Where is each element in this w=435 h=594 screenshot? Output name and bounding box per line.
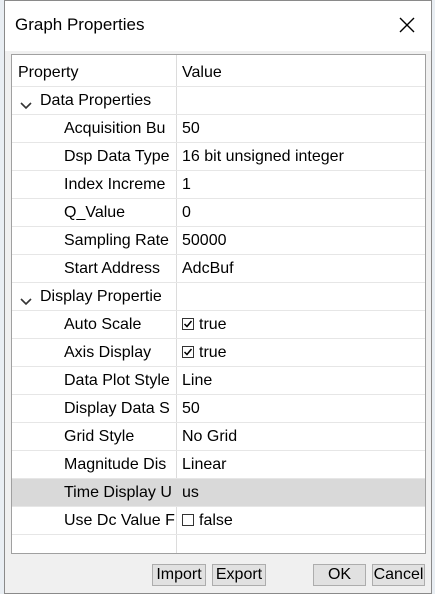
chevron-down-icon[interactable]	[20, 97, 32, 110]
property-row[interactable]: Use Dc Value F false	[12, 507, 425, 535]
property-value-text: true	[199, 344, 227, 361]
property-value[interactable]: Linear	[182, 456, 226, 474]
chevron-down-icon[interactable]	[20, 293, 32, 306]
property-grid-header: Property Value	[12, 59, 425, 87]
property-row[interactable]: Magnitude Dis Linear	[12, 451, 425, 479]
cancel-button[interactable]: Cancel	[372, 564, 425, 586]
group-display-properties[interactable]: Display Propertie	[12, 283, 425, 311]
property-name: Auto Scale	[64, 316, 142, 333]
group-data-properties[interactable]: Data Properties	[12, 87, 425, 115]
close-icon[interactable]	[397, 15, 417, 35]
property-row[interactable]: Q_Value 0	[12, 199, 425, 227]
import-button[interactable]: Import	[152, 564, 206, 586]
property-name: Display Data S	[64, 400, 170, 417]
property-value[interactable]: 16 bit unsigned integer	[182, 148, 344, 166]
property-name: Dsp Data Type	[64, 148, 170, 165]
property-name: Data Plot Style	[64, 372, 170, 389]
property-row[interactable]: Grid Style No Grid	[12, 423, 425, 451]
property-value[interactable]: 50000	[182, 232, 227, 250]
property-row[interactable]: Index Increme 1	[12, 171, 425, 199]
property-row[interactable]: Axis Display true	[12, 339, 425, 367]
property-value-text: false	[199, 512, 233, 529]
checkbox-unchecked[interactable]	[182, 514, 194, 526]
graph-properties-dialog: Graph Properties Property Value Data Pro…	[4, 0, 432, 594]
property-value[interactable]: true	[182, 344, 227, 362]
group-label: Data Properties	[40, 92, 152, 109]
property-value[interactable]: 50	[182, 400, 200, 418]
ok-button[interactable]: OK	[313, 564, 366, 586]
property-name: Use Dc Value F	[64, 512, 175, 529]
checkbox-checked[interactable]	[182, 318, 194, 330]
dialog-title: Graph Properties	[15, 15, 145, 34]
checkbox-checked[interactable]	[182, 346, 194, 358]
property-value[interactable]: AdcBuf	[182, 260, 234, 278]
property-value[interactable]: 1	[182, 176, 191, 194]
property-row[interactable]: Acquisition Bu 50	[12, 115, 425, 143]
property-row[interactable]: Dsp Data Type 16 bit unsigned integer	[12, 143, 425, 171]
property-row-selected[interactable]: Time Display U us	[12, 479, 425, 507]
column-header-value: Value	[182, 64, 222, 81]
property-name: Index Increme	[64, 176, 166, 193]
property-row[interactable]: Sampling Rate 50000	[12, 227, 425, 255]
property-value[interactable]: Line	[182, 372, 212, 390]
export-button[interactable]: Export	[212, 564, 266, 586]
title-bar: Graph Properties	[5, 1, 431, 51]
property-value[interactable]: true	[182, 316, 227, 334]
property-name: Acquisition Bu	[64, 120, 166, 137]
property-name: Start Address	[64, 260, 161, 277]
property-name: Magnitude Dis	[64, 456, 167, 473]
property-row[interactable]: Data Plot Style Line	[12, 367, 425, 395]
property-name: Q_Value	[64, 204, 126, 221]
property-value[interactable]: 0	[182, 204, 191, 222]
property-name: Grid Style	[64, 428, 135, 445]
property-name: Sampling Rate	[64, 232, 169, 249]
column-header-property: Property	[18, 64, 79, 81]
property-name: Axis Display	[64, 344, 152, 361]
property-row[interactable]: Start Address AdcBuf	[12, 255, 425, 283]
property-value[interactable]: false	[182, 512, 233, 530]
property-value[interactable]: No Grid	[182, 428, 237, 446]
group-label: Display Propertie	[40, 288, 162, 305]
property-value[interactable]: us	[182, 484, 199, 502]
property-value-text: true	[199, 316, 227, 333]
property-name: Time Display U	[64, 484, 172, 501]
property-grid[interactable]: Property Value Data Properties Acquisiti…	[11, 54, 426, 554]
property-value[interactable]: 50	[182, 120, 200, 138]
property-row[interactable]: Auto Scale true	[12, 311, 425, 339]
property-row[interactable]: Display Data S 50	[12, 395, 425, 423]
